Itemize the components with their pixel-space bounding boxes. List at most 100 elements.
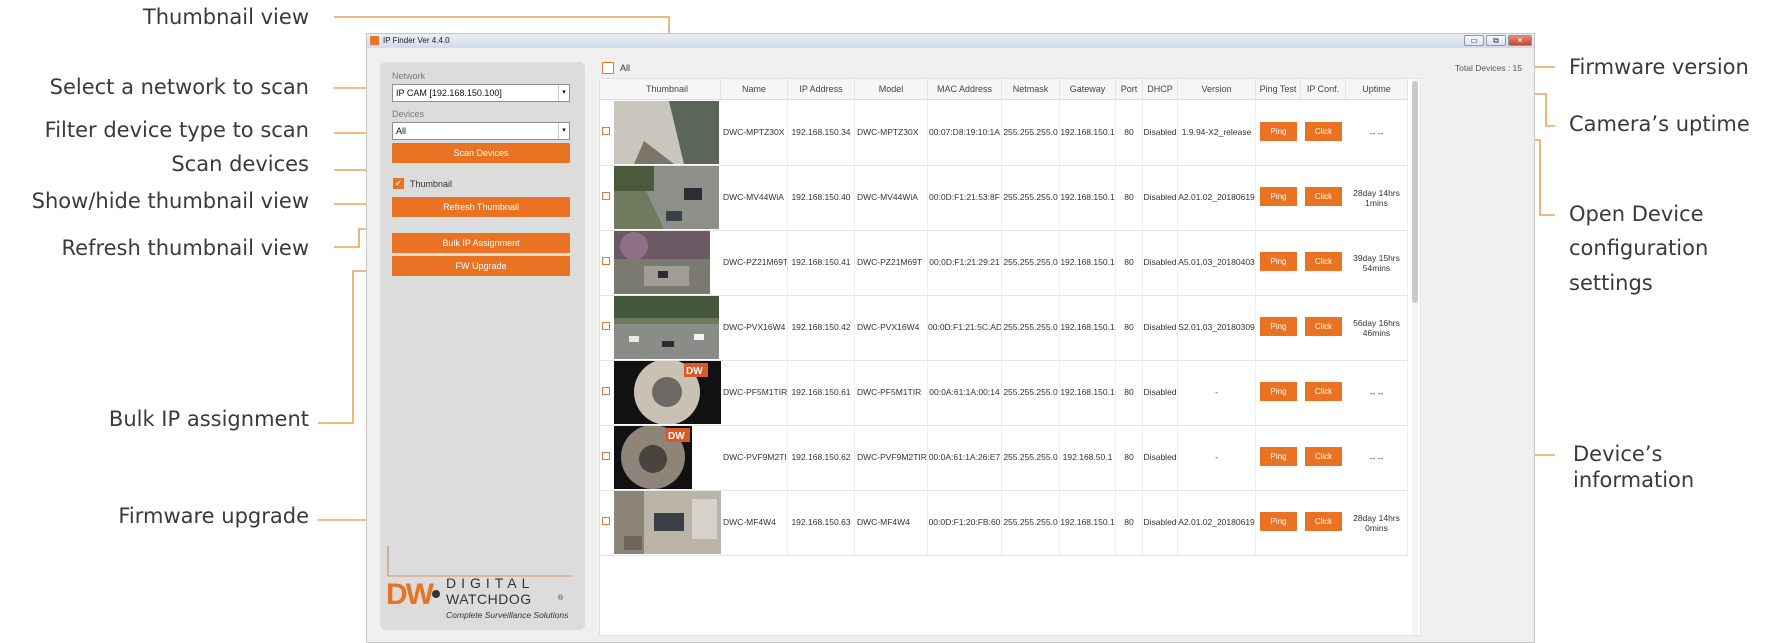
camera-thumbnail[interactable]: DW [614,361,721,424]
cell-model: DWC-MV44WiA [855,165,928,230]
col-header-model[interactable]: Model [855,79,928,99]
refresh-thumbnail-button[interactable]: Refresh Thumbnail [392,197,570,217]
table-row[interactable]: DW DWC-PF5M1TIR 192.168.150.61 DWC-PF5M1TIR… [600,360,1408,426]
scan-devices-button[interactable]: Scan Devices [392,143,570,163]
col-header-version[interactable]: Version [1178,79,1256,99]
cell-ip-address: 192.168.150.62 [788,425,855,490]
cell-ip-address: 192.168.150.40 [788,165,855,230]
row-checkbox[interactable] [602,127,610,135]
cell-model: DWC-PF5M1TIR [855,360,928,425]
camera-thumbnail[interactable] [614,101,721,164]
ping-button[interactable]: Ping [1260,382,1297,401]
thumbnail-checkbox[interactable]: ✓ [393,178,404,189]
devices-select[interactable]: All ▾ [392,122,570,140]
ip-conf-click-button[interactable]: Click [1305,187,1342,206]
ip-conf-click-button[interactable]: Click [1305,317,1342,336]
row-checkbox[interactable] [602,192,610,200]
table-row[interactable]: DWC-PVX16W4 192.168.150.42 DWC-PVX16W4 00:0… [600,295,1408,361]
total-devices: Total Devices : 15 [1454,63,1522,73]
cell-port: 80 [1116,490,1143,555]
logo-dw: DW [386,578,435,611]
callout-show-thumbnail: Show/hide thumbnail view [31,189,309,213]
ip-conf-click-button[interactable]: Click [1305,382,1342,401]
row-checkbox[interactable] [602,322,610,330]
cell-version: - [1178,360,1256,425]
ip-conf-click-button[interactable]: Click [1305,252,1342,271]
camera-thumbnail[interactable] [614,491,721,554]
ping-button[interactable]: Ping [1260,512,1297,531]
vertical-scrollbar[interactable] [1412,79,1418,635]
cell-version: A2.01.02_20180619 [1178,165,1256,230]
select-all-checkbox[interactable] [602,62,614,74]
cell-gateway: 192.168.150.1 [1060,490,1116,555]
cell-name: DWC-PVF9M2TIR [721,425,788,490]
cell-netmask: 255.255.255.0 [1002,360,1060,425]
ip-conf-click-button[interactable]: Click [1305,122,1342,141]
cell-port: 80 [1116,100,1143,165]
callout-filter-device: Filter device type to scan [44,118,309,142]
minimize-button[interactable]: ▭ [1464,35,1484,46]
table-header: Thumbnail Name IP Address Model MAC Addr… [600,79,1408,100]
col-header-name[interactable]: Name [721,79,788,99]
cell-gateway: 192.168.150.1 [1060,165,1116,230]
camera-thumbnail[interactable]: DW [614,426,721,489]
cell-uptime: 39day 15hrs 54mins [1346,230,1408,295]
logo-tagline: Complete Surveillance Solutions [446,610,569,620]
col-header-netmask[interactable]: Netmask [1002,79,1060,99]
ping-button[interactable]: Ping [1260,447,1297,466]
cell-dhcp: Disabled [1143,360,1178,425]
col-header-port[interactable]: Port [1116,79,1143,99]
col-header-mac-address[interactable]: MAC Address [928,79,1002,99]
ping-button[interactable]: Ping [1260,317,1297,336]
callout-open-device-1: Open Device [1569,202,1704,226]
row-checkbox[interactable] [602,387,610,395]
ip-conf-click-button[interactable]: Click [1305,447,1342,466]
ping-button[interactable]: Ping [1260,187,1297,206]
camera-thumbnail[interactable] [614,166,721,229]
cell-mac-address: 00:0A:61:1A:00:14 [928,360,1002,425]
col-header-thumbnail[interactable]: Thumbnail [614,79,721,99]
col-header-uptime[interactable]: Uptime [1346,79,1408,99]
cell-mac-address: 00:0D:F1:21:29:21 [928,230,1002,295]
table-row[interactable]: DW DWC-PVF9M2TIR 192.168.150.62 DWC-PVF9M2T… [600,425,1408,491]
col-header-gateway[interactable]: Gateway [1060,79,1116,99]
svg-text:DW: DW [686,366,703,377]
cell-gateway: 192.168.150.1 [1060,295,1116,360]
ip-conf-click-button[interactable]: Click [1305,512,1342,531]
chevron-down-icon: ▾ [558,123,569,139]
restore-button[interactable]: ⧉ [1486,35,1506,46]
close-button[interactable]: ✕ [1508,35,1532,46]
table-row[interactable]: DWC-MPTZ30X 192.168.150.34 DWC-MPTZ30X 00:0… [600,100,1408,166]
callout-refresh-thumbnail: Refresh thumbnail view [61,236,310,260]
cell-ip-address: 192.168.150.61 [788,360,855,425]
table-row[interactable]: DWC-MV44WiA 192.168.150.40 DWC-MV44WiA 00:0… [600,165,1408,231]
ping-button[interactable]: Ping [1260,252,1297,271]
col-header-ip-conf[interactable]: IP Conf. [1301,79,1346,99]
table-row[interactable]: DWC-PZ21M69T 192.168.150.41 DWC-PZ21M69T 00… [600,230,1408,296]
row-checkbox[interactable] [602,517,610,525]
cell-dhcp: Disabled [1143,230,1178,295]
chevron-down-icon: ▾ [558,85,569,101]
bulk-ip-assignment-button[interactable]: Bulk IP Assignment [392,233,570,253]
scrollbar-thumb[interactable] [1412,81,1418,303]
fw-upgrade-button[interactable]: FW Upgrade [392,256,570,276]
cell-port: 80 [1116,425,1143,490]
row-checkbox[interactable] [602,257,610,265]
title-bar: IP Finder Ver 4.4.0 ▭ ⧉ ✕ [367,34,1534,48]
cell-model: DWC-MF4W4 [855,490,928,555]
col-header-ping-test[interactable]: Ping Test [1256,79,1301,99]
devices-label: Devices [392,109,425,119]
col-header-ip-address[interactable]: IP Address [788,79,855,99]
cell-name: DWC-PZ21M69T [721,230,788,295]
cell-name: DWC-MF4W4 [721,490,788,555]
table-row[interactable]: DWC-MF4W4 192.168.150.63 DWC-MF4W4 00:0D:F1… [600,490,1408,556]
network-select[interactable]: IP CAM [192.168.150.100] ▾ [392,84,570,102]
camera-thumbnail[interactable] [614,296,721,359]
cell-ip-address: 192.168.150.42 [788,295,855,360]
ping-button[interactable]: Ping [1260,122,1297,141]
col-header-dhcp[interactable]: DHCP [1143,79,1178,99]
callout-firmware-upgrade: Firmware upgrade [118,504,309,528]
camera-thumbnail[interactable] [614,231,721,294]
cell-netmask: 255.255.255.0 [1002,100,1060,165]
row-checkbox[interactable] [602,452,610,460]
